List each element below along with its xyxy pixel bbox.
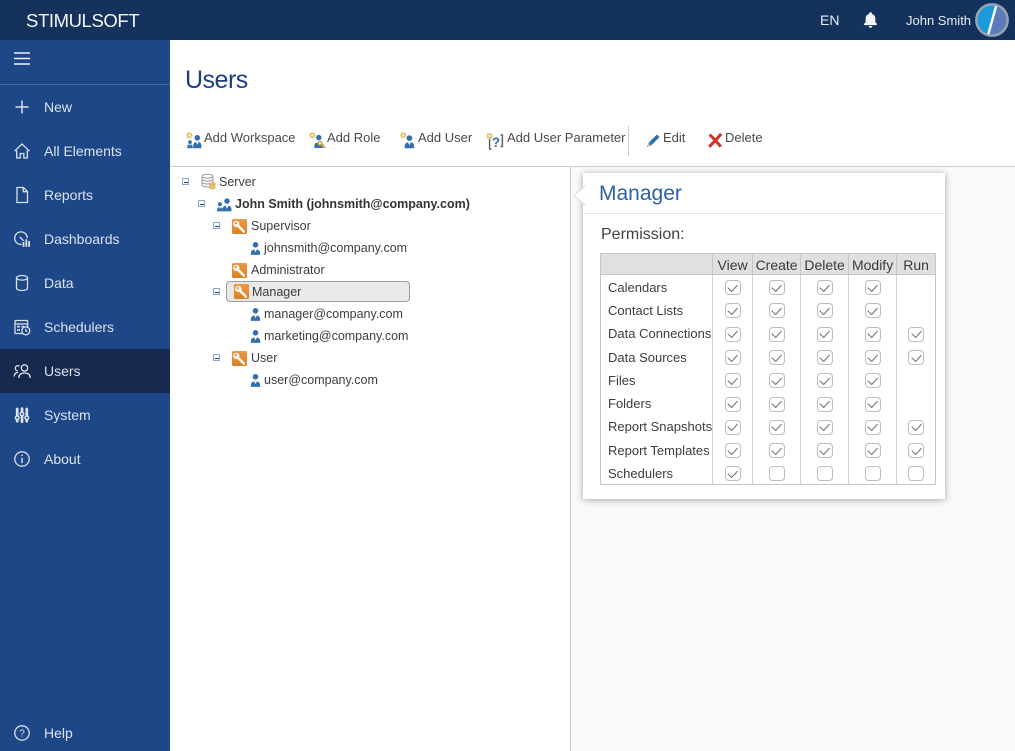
svg-text:?: ? — [19, 728, 25, 739]
svg-text:?: ? — [492, 135, 500, 150]
